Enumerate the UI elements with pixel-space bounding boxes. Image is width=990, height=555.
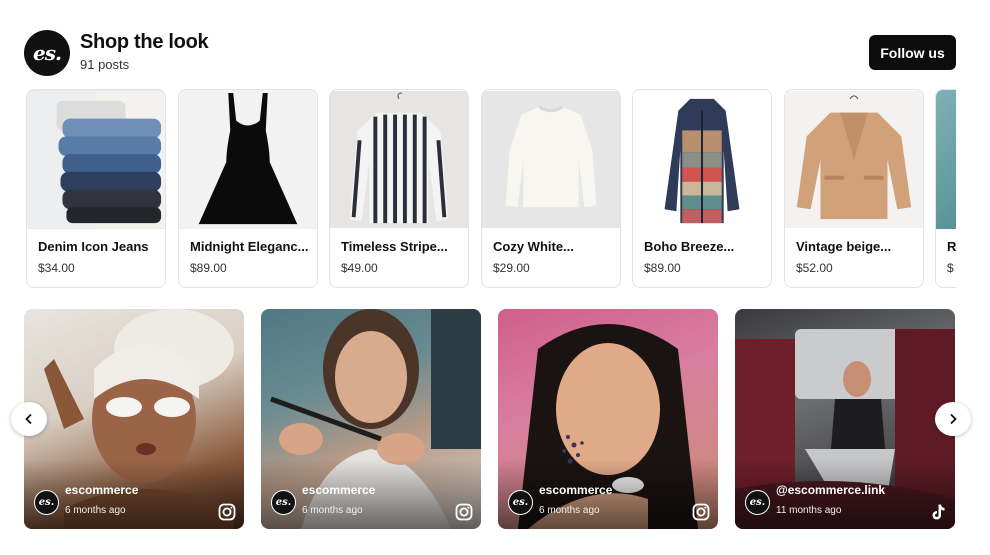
black-dress-photo	[179, 90, 317, 229]
post-author[interactable]: escommerce	[539, 483, 612, 497]
tiktok-icon[interactable]	[929, 503, 947, 521]
product-card[interactable]: Vintage beige... $52.00	[784, 89, 924, 288]
post-author[interactable]: escommerce	[65, 483, 138, 497]
product-carousel: Denim Icon Jeans $34.00 Midnight Eleganc…	[26, 89, 956, 289]
product-name: R	[947, 239, 956, 254]
post-card[interactable]: es. escommerce 6 months ago	[261, 309, 481, 529]
white-sweater-photo	[482, 90, 620, 229]
chevron-right-icon	[950, 413, 957, 425]
post-carousel: es. escommerce 6 months ago es. escommer…	[24, 309, 956, 529]
beige-blazer-photo	[785, 90, 923, 229]
brand-logo[interactable]: es.	[24, 30, 70, 76]
product-card[interactable]: Denim Icon Jeans $34.00	[26, 89, 166, 288]
carousel-next-button[interactable]	[935, 402, 971, 436]
jeans-stack-photo	[27, 90, 165, 229]
avatar: es.	[508, 490, 533, 515]
chevron-left-icon	[25, 413, 32, 425]
product-name: Timeless Stripe...	[341, 239, 448, 254]
product-price: $	[947, 261, 954, 275]
product-card[interactable]: Timeless Stripe... $49.00	[329, 89, 469, 288]
feed-header: es. Shop the look 91 posts Follow us	[24, 30, 956, 78]
product-price: $89.00	[644, 261, 681, 275]
product-card[interactable]: Cozy White... $29.00	[481, 89, 621, 288]
product-name: Boho Breeze...	[644, 239, 735, 254]
avatar: es.	[745, 490, 770, 515]
product-card[interactable]: R $	[935, 89, 956, 288]
post-time: 6 months ago	[65, 505, 126, 516]
post-card[interactable]: es. @escommerce.link 11 months ago	[735, 309, 955, 529]
product-card[interactable]: Midnight Eleganc... $89.00	[178, 89, 318, 288]
post-author[interactable]: @escommerce.link	[776, 483, 885, 497]
post-card[interactable]: es. escommerce 6 months ago	[498, 309, 718, 529]
product-name: Vintage beige...	[796, 239, 892, 254]
post-time: 6 months ago	[539, 505, 600, 516]
post-card[interactable]: es. escommerce 6 months ago	[24, 309, 244, 529]
instagram-icon[interactable]	[218, 503, 236, 521]
product-price: $89.00	[190, 261, 227, 275]
boho-cardigan-photo	[633, 90, 771, 229]
product-name: Midnight Eleganc...	[190, 239, 309, 254]
avatar: es.	[271, 490, 296, 515]
partial-product-photo	[936, 90, 956, 229]
product-name: Denim Icon Jeans	[38, 239, 149, 254]
product-name: Cozy White...	[493, 239, 574, 254]
product-price: $49.00	[341, 261, 378, 275]
product-card[interactable]: Boho Breeze... $89.00	[632, 89, 772, 288]
post-author[interactable]: escommerce	[302, 483, 375, 497]
instagram-icon[interactable]	[692, 503, 710, 521]
striped-shirt-photo	[330, 90, 468, 229]
product-price: $34.00	[38, 261, 75, 275]
product-price: $29.00	[493, 261, 530, 275]
post-time: 11 months ago	[776, 505, 842, 516]
posts-count: 91 posts	[80, 57, 130, 72]
instagram-icon[interactable]	[455, 503, 473, 521]
avatar: es.	[34, 490, 59, 515]
follow-button[interactable]: Follow us	[869, 35, 956, 70]
product-price: $52.00	[796, 261, 833, 275]
post-time: 6 months ago	[302, 505, 363, 516]
carousel-prev-button[interactable]	[11, 402, 47, 436]
page-title: Shop the look	[80, 31, 209, 53]
